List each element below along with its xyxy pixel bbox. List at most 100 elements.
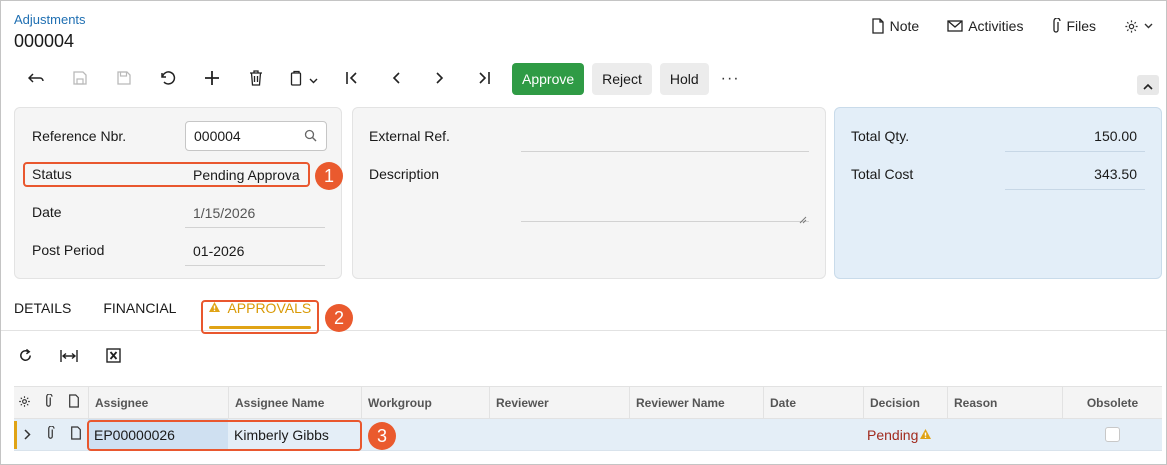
total-cost-value: 343.50 xyxy=(1094,166,1137,182)
warning-icon xyxy=(919,427,932,443)
gear-icon xyxy=(18,395,31,411)
paperclip-icon xyxy=(46,425,55,443)
external-ref-label: External Ref. xyxy=(369,128,450,144)
attachments-column xyxy=(38,387,62,418)
chevron-up-icon xyxy=(1143,77,1153,93)
next-record-button[interactable] xyxy=(418,63,462,95)
cell-reviewer[interactable] xyxy=(489,419,629,450)
column-header-date[interactable]: Date xyxy=(763,387,863,418)
reference-label: Reference Nbr. xyxy=(32,128,127,144)
post-period-underline xyxy=(185,265,325,266)
row-notes-cell[interactable] xyxy=(64,419,88,450)
cell-reviewer-name[interactable] xyxy=(629,419,763,450)
gear-icon xyxy=(1124,19,1139,34)
cell-obsolete[interactable] xyxy=(1062,419,1162,450)
fit-columns-button[interactable] xyxy=(58,344,80,370)
note-button[interactable]: Note xyxy=(871,18,920,34)
post-period-label: Post Period xyxy=(32,242,105,258)
undo-icon xyxy=(160,70,176,88)
total-qty-underline xyxy=(1005,151,1145,152)
previous-record-button[interactable] xyxy=(374,63,418,95)
last-record-button[interactable] xyxy=(462,63,506,95)
notes-column xyxy=(62,387,88,418)
tab-financial[interactable]: FINANCIAL xyxy=(103,300,176,316)
total-qty-value: 150.00 xyxy=(1094,128,1137,144)
column-header-reviewer-name[interactable]: Reviewer Name xyxy=(629,387,763,418)
save-close-button[interactable] xyxy=(58,63,102,95)
description-label: Description xyxy=(369,166,440,182)
chevron-right-icon xyxy=(24,427,31,443)
activities-button[interactable]: Activities xyxy=(947,18,1023,34)
grid-toolbar xyxy=(14,344,124,370)
add-icon xyxy=(204,70,220,89)
cell-date[interactable] xyxy=(763,419,863,450)
form-toolbar: Approve Reject Hold ··· xyxy=(14,62,740,96)
excel-icon xyxy=(105,348,121,366)
grid-settings-cell[interactable] xyxy=(14,387,36,418)
note-icon xyxy=(68,394,80,411)
first-record-icon xyxy=(345,71,359,88)
row-expand-button[interactable] xyxy=(18,419,38,450)
top-actions: Note Activities Files xyxy=(871,18,1153,34)
reject-button[interactable]: Reject xyxy=(592,63,652,95)
external-ref-underline xyxy=(521,151,809,152)
mail-icon xyxy=(947,20,963,32)
post-period-value[interactable]: 01-2026 xyxy=(193,243,244,259)
obsolete-checkbox[interactable] xyxy=(1104,427,1120,442)
column-header-obsolete[interactable]: Obsolete xyxy=(1062,387,1162,418)
back-button[interactable] xyxy=(14,63,58,95)
reference-value: 000004 xyxy=(194,128,241,144)
next-record-icon xyxy=(435,71,445,88)
settings-menu[interactable] xyxy=(1124,19,1153,34)
total-qty-label: Total Qty. xyxy=(851,128,910,144)
approvals-tab-highlight-box xyxy=(201,300,319,334)
decision-value: Pending xyxy=(867,426,919,443)
tab-divider xyxy=(1,330,1166,331)
resize-grip-icon[interactable] xyxy=(799,211,807,227)
summary-panel-left: Reference Nbr. 000004 Status Pending App… xyxy=(14,107,342,279)
note-label: Note xyxy=(889,18,920,34)
first-record-button[interactable] xyxy=(330,63,374,95)
row-selected-marker xyxy=(14,421,17,449)
column-header-assignee-name[interactable]: Assignee Name xyxy=(228,387,361,418)
more-actions-button[interactable]: ··· xyxy=(721,70,740,88)
column-header-decision[interactable]: Decision xyxy=(863,387,947,418)
export-excel-button[interactable] xyxy=(102,344,124,370)
chevron-down-icon xyxy=(1144,23,1153,29)
callout-badge-1: 1 xyxy=(315,162,343,190)
paperclip-icon xyxy=(44,393,53,411)
refresh-button[interactable] xyxy=(14,344,36,370)
tab-details[interactable]: DETAILS xyxy=(14,300,71,316)
paperclip-icon xyxy=(1051,18,1062,34)
save-button[interactable] xyxy=(102,63,146,95)
callout-badge-2: 2 xyxy=(325,304,353,332)
copy-paste-menu[interactable] xyxy=(278,63,330,95)
collapse-header-button[interactable] xyxy=(1137,75,1159,95)
reference-input[interactable]: 000004 xyxy=(185,121,327,151)
undo-button[interactable] xyxy=(146,63,190,95)
breadcrumb[interactable]: Adjustments xyxy=(14,12,86,27)
summary-panel-middle: External Ref. Description xyxy=(352,107,826,279)
date-label: Date xyxy=(32,204,62,220)
copy-paste-icon xyxy=(290,70,304,89)
fit-to-screen-icon xyxy=(60,349,78,366)
chevron-down-icon xyxy=(309,71,318,87)
files-button[interactable]: Files xyxy=(1051,18,1096,34)
cell-reason[interactable] xyxy=(947,419,1062,450)
search-icon[interactable] xyxy=(304,129,317,145)
page-title: 000004 xyxy=(14,31,75,51)
hold-button[interactable]: Hold xyxy=(659,63,709,95)
callout-badge-3: 3 xyxy=(368,422,396,450)
activities-label: Activities xyxy=(968,18,1024,34)
add-button[interactable] xyxy=(190,63,234,95)
grid-header: Assignee Assignee Name Workgroup Reviewe… xyxy=(14,386,1162,419)
delete-button[interactable] xyxy=(234,63,278,95)
row-attachments-cell[interactable] xyxy=(40,419,62,450)
column-header-assignee[interactable]: Assignee xyxy=(88,387,228,418)
cell-decision[interactable]: Pending xyxy=(861,419,947,450)
date-value[interactable]: 1/15/2026 xyxy=(193,205,255,221)
column-header-workgroup[interactable]: Workgroup xyxy=(361,387,489,418)
column-header-reviewer[interactable]: Reviewer xyxy=(489,387,629,418)
column-header-reason[interactable]: Reason xyxy=(947,387,1062,418)
approve-button[interactable]: Approve xyxy=(512,63,585,95)
